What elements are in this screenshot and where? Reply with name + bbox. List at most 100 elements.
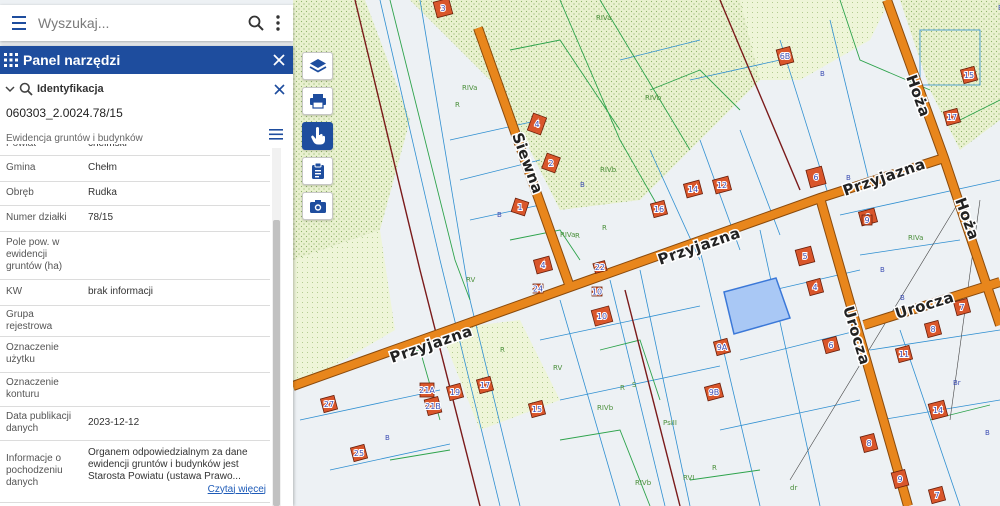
close-tool-panel-button[interactable] [265,46,293,74]
building-number-label: 9A [717,343,728,352]
clipboard-tool-button[interactable] [302,157,333,185]
table-row: Informacje o pochodzeniu danych Organem … [0,440,270,503]
building-number-label: 8 [866,439,871,448]
search-input[interactable] [38,8,245,38]
landuse-class-label: B [900,294,905,302]
tool-panel-header: Panel narzędzi [0,46,293,74]
building-number-label: 8 [930,325,935,334]
parcel-identifier: 060303_2.0024.78/15 [6,106,123,120]
building-number-label: 10 [597,312,607,321]
table-row: Pole pow. w ewidencji gruntów (ha) [0,231,270,280]
landuse-class-label: RIVa [596,14,611,22]
landuse-class-label: R [602,224,607,232]
landuse-class-label: RIVa [462,84,477,92]
landuse-class-label: PsIII [663,419,677,427]
hamburger-icon [12,16,26,30]
building-number-label: 4 [534,120,539,129]
landuse-class-label: RVI [683,474,694,482]
building-number-label: 6 [813,173,818,182]
building-number-label: 25 [354,449,364,458]
chevron-down-icon [5,86,15,93]
landuse-class-label: RIVb [635,479,652,487]
layer-row: Ewidencja gruntów i budynków [0,122,293,146]
tool-panel-title: Panel narzędzi [23,52,121,68]
table-row: Powiatchełmski [0,144,270,156]
search-bar [0,5,293,41]
landuse-class-label: R [575,232,580,240]
building-number-label: 3 [440,4,445,13]
scrollbar-thumb[interactable] [273,220,280,506]
building-number-label: 9B [709,388,720,397]
building-number-label: 17 [480,381,490,390]
table-row: Oznaczenie konturu [0,372,270,407]
layers-icon [309,59,326,73]
building-number-label: 9 [897,475,902,484]
landuse-class-label: B [820,70,825,78]
landuse-class-label: dr [790,484,797,492]
printer-icon [309,94,326,109]
kebab-menu-icon [276,15,280,31]
table-row: Oznaczenie użytku [0,336,270,373]
building-number-label: 14 [688,185,698,194]
camera-icon [309,199,326,213]
table-row: Obręb Rudka [0,181,270,206]
building-number-label: 2 [548,159,553,168]
table-row: Data publikacji danych 2023-12-12 [0,406,270,441]
landuse-class-label: Br [953,379,961,387]
close-icon [273,83,285,95]
close-icon [273,54,285,66]
search-icon [248,15,264,31]
identification-section-label: Identyfikacja [37,83,104,95]
landuse-class-label: RV [466,276,475,284]
landuse-class-label: S [632,381,637,389]
table-row: Numer działki 78/15 [0,205,270,232]
attributes-scroll-area[interactable]: Powiatchełmski GminaChełm ObrębRudka Num… [0,144,285,506]
apps-grid-icon [4,53,18,67]
landuse-class-label: R [500,346,505,354]
landuse-class-label: RIVa [560,231,575,239]
building-number-label: 6B [780,52,791,61]
landuse-class-label: B [880,266,885,274]
building-number-label: 12 [717,181,727,190]
building-number-label: 21B [425,402,441,411]
tool-panel: Panel narzędzi Identyfikacja 060303_2.00… [0,46,293,506]
identification-section-header[interactable]: Identyfikacja [0,74,293,104]
attributes-scrollbar[interactable] [272,148,281,506]
building-number-label: 14 [933,406,943,415]
print-tool-button[interactable] [302,87,333,115]
building-number-label: 7 [959,303,964,312]
building-number-label: 4 [540,261,545,270]
read-more-link[interactable]: Czytaj więcej [88,484,266,496]
camera-tool-button[interactable] [302,192,333,220]
pointer-hand-icon [310,127,325,145]
close-identification-button[interactable] [267,77,291,101]
landuse-class-label: B [985,429,990,437]
building-number-label: 5 [802,252,807,261]
attributes-table: Powiatchełmski GminaChełm ObrębRudka Num… [0,144,270,503]
search-button[interactable] [245,5,267,41]
building-number-label: 6 [828,341,833,350]
landuse-class-label: RV [553,364,562,372]
table-row: KW brak informacji [0,279,270,306]
layers-tool-button[interactable] [302,52,333,80]
main-menu-button[interactable] [0,5,38,41]
landuse-class-label: B [385,434,390,442]
layer-menu-button[interactable] [264,122,288,146]
landuse-class-label: RIVb [600,166,617,174]
building-number-label: 15 [532,405,542,414]
building-number-label: 27 [324,400,334,409]
building-number-label: 15 [964,71,974,80]
landuse-class-label: B [580,181,585,189]
table-row: Gmina Chełm [0,155,270,182]
search-options-button[interactable] [267,5,289,41]
landuse-class-label: R [712,464,717,472]
building-number-label: 22 [595,263,605,272]
building-number-label: 1 [517,203,522,212]
table-row: Grupa rejestrowa [0,305,270,337]
building-number-label: 24 [533,285,543,294]
building-number-label: 10 [592,288,602,297]
building-number-label: 16 [654,205,664,214]
clipboard-icon [311,162,324,179]
identify-tool-button[interactable] [302,122,333,150]
landuse-class-label: R [620,384,625,392]
